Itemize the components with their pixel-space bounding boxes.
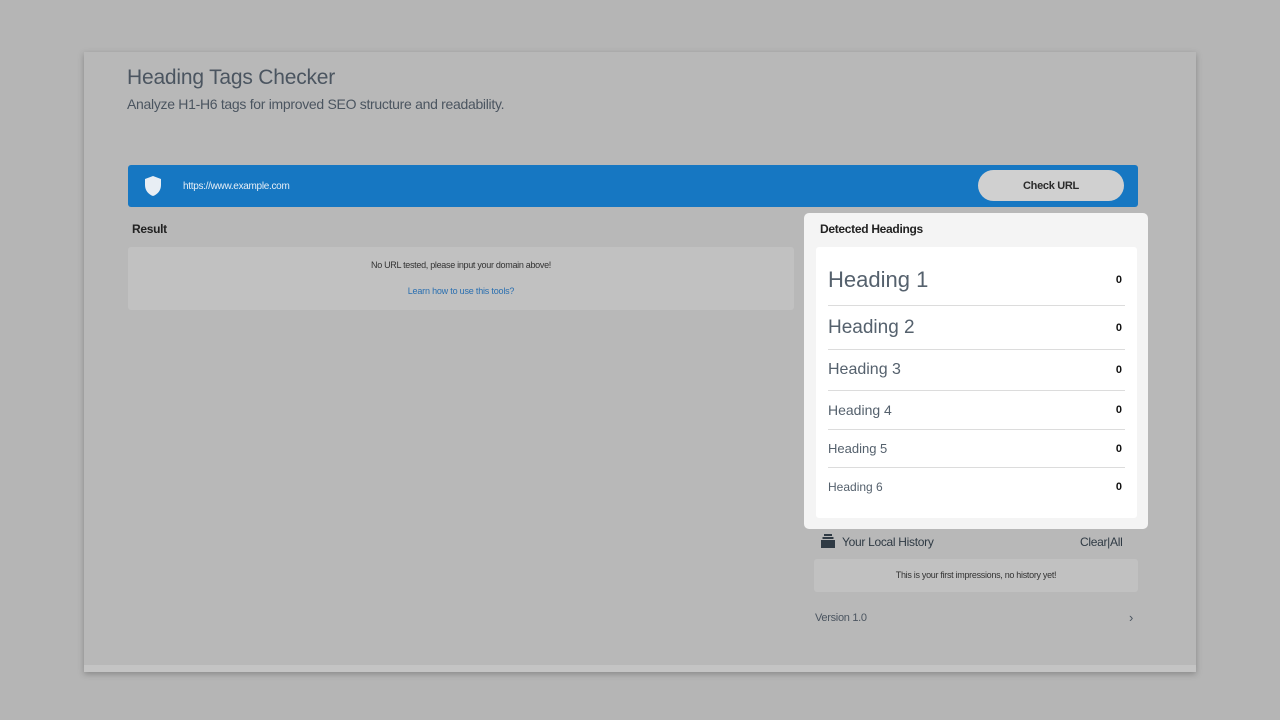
url-input[interactable] bbox=[183, 176, 963, 196]
heading-count: 0 bbox=[1115, 321, 1122, 334]
heading-label: Heading 2 bbox=[828, 316, 915, 338]
version-label: Version 1.0 bbox=[815, 612, 867, 624]
heading-row-h5: Heading 5 0 bbox=[828, 430, 1125, 468]
clear-all-button[interactable]: Clear|All bbox=[1080, 535, 1123, 549]
heading-row-h2: Heading 2 0 bbox=[828, 306, 1125, 350]
history-box: This is your first impressions, no histo… bbox=[814, 559, 1138, 592]
url-bar: Check URL bbox=[128, 165, 1138, 207]
heading-row-h1: Heading 1 0 bbox=[828, 247, 1125, 306]
local-history-label: Your Local History bbox=[842, 535, 934, 549]
result-message: No URL tested, please input your domain … bbox=[371, 260, 551, 270]
heading-count: 0 bbox=[1115, 364, 1122, 376]
heading-label: Heading 5 bbox=[828, 441, 888, 456]
history-message: This is your first impressions, no histo… bbox=[895, 570, 1057, 580]
heading-row-h3: Heading 3 0 bbox=[828, 350, 1125, 391]
detected-headings-panel: Detected Headings Heading 1 0 Heading 2 … bbox=[804, 213, 1148, 529]
heading-row-h6: Heading 6 0 bbox=[828, 468, 1125, 506]
heading-label: Heading 3 bbox=[828, 361, 901, 378]
heading-label: Heading 1 bbox=[828, 267, 929, 292]
heading-count: 0 bbox=[1115, 274, 1122, 286]
heading-count: 0 bbox=[1115, 404, 1122, 416]
heading-label: Heading 6 bbox=[828, 480, 883, 494]
heading-label: Heading 4 bbox=[828, 402, 892, 418]
card-footer-strip bbox=[84, 665, 1196, 672]
chevron-right-icon[interactable]: › bbox=[1129, 610, 1133, 625]
result-box: No URL tested, please input your domain … bbox=[128, 247, 794, 310]
heading-row-h4: Heading 4 0 bbox=[828, 391, 1125, 430]
page-subtitle: Analyze H1-H6 tags for improved SEO stru… bbox=[127, 96, 505, 112]
page-title: Heading Tags Checker bbox=[127, 66, 336, 89]
main-card: Heading Tags Checker Analyze H1-H6 tags … bbox=[84, 52, 1196, 672]
shield-icon bbox=[145, 176, 161, 196]
result-label: Result bbox=[132, 222, 167, 236]
check-url-button[interactable]: Check URL bbox=[978, 170, 1124, 201]
heading-count: 0 bbox=[1115, 442, 1122, 455]
archive-icon bbox=[821, 534, 835, 548]
learn-how-link[interactable]: Learn how to use this tools? bbox=[128, 286, 794, 296]
headings-list: Heading 1 0 Heading 2 0 Heading 3 0 Head… bbox=[816, 247, 1137, 518]
heading-count: 0 bbox=[1115, 481, 1122, 493]
detected-headings-title: Detected Headings bbox=[820, 222, 923, 236]
